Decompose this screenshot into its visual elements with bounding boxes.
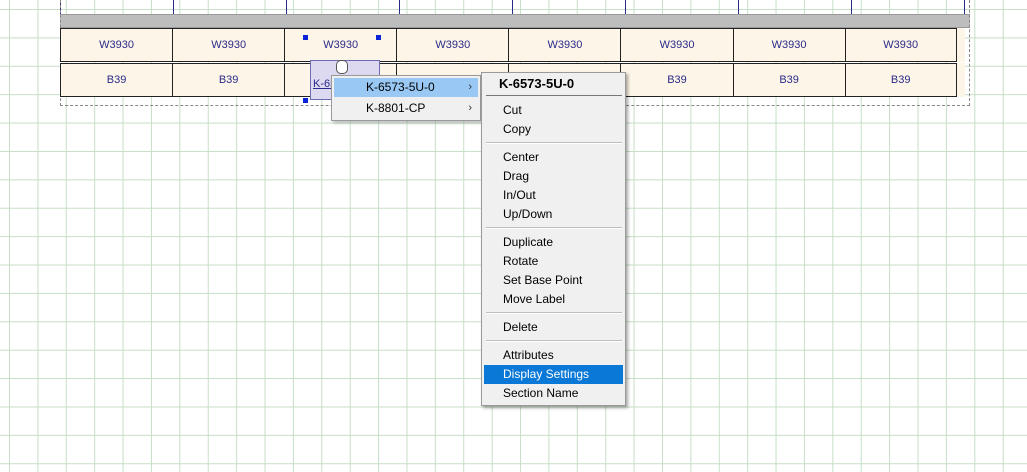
menu-separator [486,227,622,229]
selection-handle[interactable] [376,35,381,40]
selection-handle[interactable] [303,98,308,103]
wall-cabinet[interactable]: W3930 [620,28,733,62]
menu-item-set-base-point[interactable]: Set Base Point [484,271,623,290]
base-cabinet[interactable]: B39 [172,63,285,97]
wall-cabinet[interactable]: W3930 [60,28,173,62]
submenu-item-k6573[interactable]: K-6573-5U-0 › [334,78,478,97]
context-menu-title: K-6573-5U-0 [499,76,575,91]
menu-item-attributes[interactable]: Attributes [484,346,623,365]
menu-item-delete[interactable]: Delete [484,318,623,337]
menu-item-drag[interactable]: Drag [484,167,623,186]
menu-item-rotate[interactable]: Rotate [484,252,623,271]
submenu-item-label: K-6573-5U-0 [366,80,435,94]
wall-cabinet[interactable]: W3930 [396,28,509,62]
menu-item-copy[interactable]: Copy [484,120,623,139]
selection-handle[interactable] [303,35,308,40]
menu-item-cut[interactable]: Cut [484,101,623,120]
menu-item-section-name[interactable]: Section Name [484,384,623,403]
wall-cabinet[interactable]: W3930 [284,28,397,62]
menu-item-duplicate[interactable]: Duplicate [484,233,623,252]
menu-separator [486,142,622,144]
wall-cabinet[interactable]: W3930 [732,28,845,62]
submenu-item-label: K-8801-CP [366,101,426,115]
sink-bowl-icon [336,60,348,74]
menu-item-center[interactable]: Center [484,148,623,167]
context-menu: K-6573-5U-0 Cut Copy Center Drag In/Out … [481,72,626,406]
menu-item-up-down[interactable]: Up/Down [484,205,623,224]
menu-separator [486,312,622,314]
base-cabinet[interactable]: B39 [844,63,957,97]
base-cabinet[interactable]: B39 [732,63,845,97]
menu-item-in-out[interactable]: In/Out [484,186,623,205]
wall-cabinet-row: W3930 W3930 W3930 W3930 W3930 W3930 W393… [60,28,965,62]
base-cabinet[interactable]: B39 [620,63,733,97]
wall-cabinet[interactable]: W3930 [508,28,621,62]
title-divider [486,95,622,96]
submenu-item-k8801[interactable]: K-8801-CP › [334,99,478,118]
chevron-right-icon: › [468,81,472,93]
menu-item-display-settings[interactable]: Display Settings [484,365,623,384]
wall-cabinet[interactable]: W3930 [844,28,957,62]
wall-cabinet[interactable]: W3930 [172,28,285,62]
base-cabinet[interactable]: B39 [60,63,173,97]
chevron-right-icon: › [468,102,472,114]
menu-separator [486,340,622,342]
item-submenu: K-6573-5U-0 › K-8801-CP › [331,75,481,121]
menu-item-move-label[interactable]: Move Label [484,290,623,309]
